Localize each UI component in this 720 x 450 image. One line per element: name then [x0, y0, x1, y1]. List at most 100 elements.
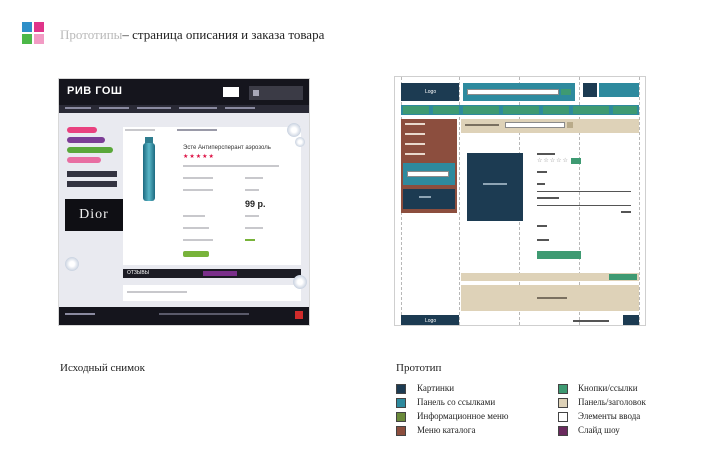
logo-label: Logo	[425, 89, 437, 95]
info-line	[127, 291, 187, 293]
product-title: Эсте Антиперсперант аэрозоль	[183, 145, 271, 151]
reviews-tab-label: ОТЗЫВЫ	[127, 270, 150, 276]
decorative-gem	[293, 275, 307, 289]
menu-item	[67, 171, 117, 177]
breadcrumb	[465, 124, 499, 126]
nav-item	[179, 107, 217, 109]
nav-link[interactable]	[503, 106, 539, 114]
field-label	[537, 225, 547, 227]
social-icon	[295, 311, 303, 319]
catalog-item[interactable]	[405, 123, 425, 125]
decorative-gem	[287, 123, 301, 137]
source-screenshot: РИВ ГОШ Dior Эсте Антиперсперант аэрозол…	[58, 78, 310, 326]
field-label	[537, 197, 559, 199]
category-pill	[67, 147, 113, 153]
category-pill	[67, 127, 97, 133]
nav-item	[225, 107, 255, 109]
decorative-gem	[65, 257, 79, 271]
footer-logo-box: Logo	[401, 315, 459, 325]
nav-link[interactable]	[433, 106, 459, 114]
field-label	[537, 183, 545, 185]
nav-link[interactable]	[403, 106, 429, 114]
caption-source: Исходный снимок	[60, 362, 145, 374]
footer-logo-label: Logo	[425, 318, 437, 324]
legend-label: Информационное меню	[417, 411, 509, 421]
buy-button[interactable]	[537, 251, 581, 259]
cart-widget	[249, 86, 303, 100]
info-line	[245, 239, 255, 241]
prototype-wireframe: Logo ☆☆☆☆☆ Logo	[394, 76, 646, 326]
info-line	[183, 215, 205, 217]
catalog-item[interactable]	[405, 143, 425, 145]
catalog-item[interactable]	[405, 133, 425, 135]
product-name	[537, 153, 555, 155]
info-line	[183, 165, 279, 167]
title-part2: – страница описания и заказа товара	[122, 27, 325, 42]
info-line	[245, 227, 263, 229]
nav-item	[65, 107, 91, 109]
breadcrumb	[125, 129, 155, 131]
buy-button[interactable]	[183, 251, 209, 257]
nav-link[interactable]	[613, 106, 637, 114]
rating-stars: ★★★★★	[183, 154, 215, 160]
rating-stars[interactable]: ☆☆☆☆☆	[537, 157, 569, 164]
brand-square	[22, 22, 32, 32]
footer-links	[159, 313, 249, 315]
legend-swatch	[396, 384, 406, 394]
product-image	[143, 143, 155, 201]
nav-link[interactable]	[573, 106, 609, 114]
legend-label: Панель/заголовок	[578, 397, 646, 407]
legend-swatch	[558, 384, 568, 394]
catalog-item[interactable]	[405, 153, 425, 155]
legend-swatch	[396, 412, 406, 422]
legend-label: Панель со ссылками	[417, 397, 496, 407]
cart-icon	[253, 90, 259, 96]
info-line	[245, 177, 263, 179]
product-price: 99 р.	[245, 199, 266, 209]
dior-banner: Dior	[65, 199, 123, 231]
info-line	[183, 227, 209, 229]
legend-label: Элементы ввода	[578, 411, 641, 421]
search-input[interactable]	[467, 89, 559, 95]
grid-guide	[639, 77, 640, 325]
brand-square	[22, 34, 32, 44]
legend-swatch	[558, 412, 568, 422]
footer-links	[573, 320, 609, 322]
sort-toggle[interactable]	[567, 122, 573, 128]
tab-button[interactable]	[609, 274, 637, 280]
search-button[interactable]	[561, 89, 571, 95]
divider	[537, 205, 631, 206]
sort-input[interactable]	[505, 122, 565, 128]
nav-link[interactable]	[463, 106, 499, 114]
legend-label: Картинки	[417, 383, 455, 393]
banner-caption	[419, 196, 431, 198]
rate-button[interactable]	[571, 158, 581, 164]
logo-box: Logo	[401, 83, 459, 101]
site-logo: РИВ ГОШ	[67, 85, 123, 97]
category-pill	[67, 157, 101, 163]
legend-label: Кнопки/ссылки	[578, 383, 638, 393]
legend-label: Меню каталога	[417, 425, 476, 435]
reviews-button[interactable]	[203, 271, 237, 276]
login-input[interactable]	[407, 171, 449, 177]
info-line	[183, 177, 213, 179]
nav-link[interactable]	[543, 106, 569, 114]
field-label	[537, 171, 547, 173]
sort-select	[177, 129, 217, 131]
info-line	[245, 189, 259, 191]
legend-swatch	[558, 398, 568, 408]
field-value	[621, 211, 631, 213]
social-image	[623, 315, 639, 325]
info-line	[245, 215, 259, 217]
page-title: Прототипы– страница описания и заказа то…	[60, 27, 324, 43]
reviews-caption	[537, 297, 567, 299]
nav-item	[99, 107, 129, 109]
decorative-gem	[295, 137, 305, 147]
brand-square	[34, 34, 44, 44]
field-label	[537, 239, 549, 241]
footer-logo	[65, 313, 95, 315]
divider	[537, 191, 631, 192]
info-line	[183, 189, 213, 191]
brand-square	[34, 22, 44, 32]
legend-swatch	[558, 426, 568, 436]
